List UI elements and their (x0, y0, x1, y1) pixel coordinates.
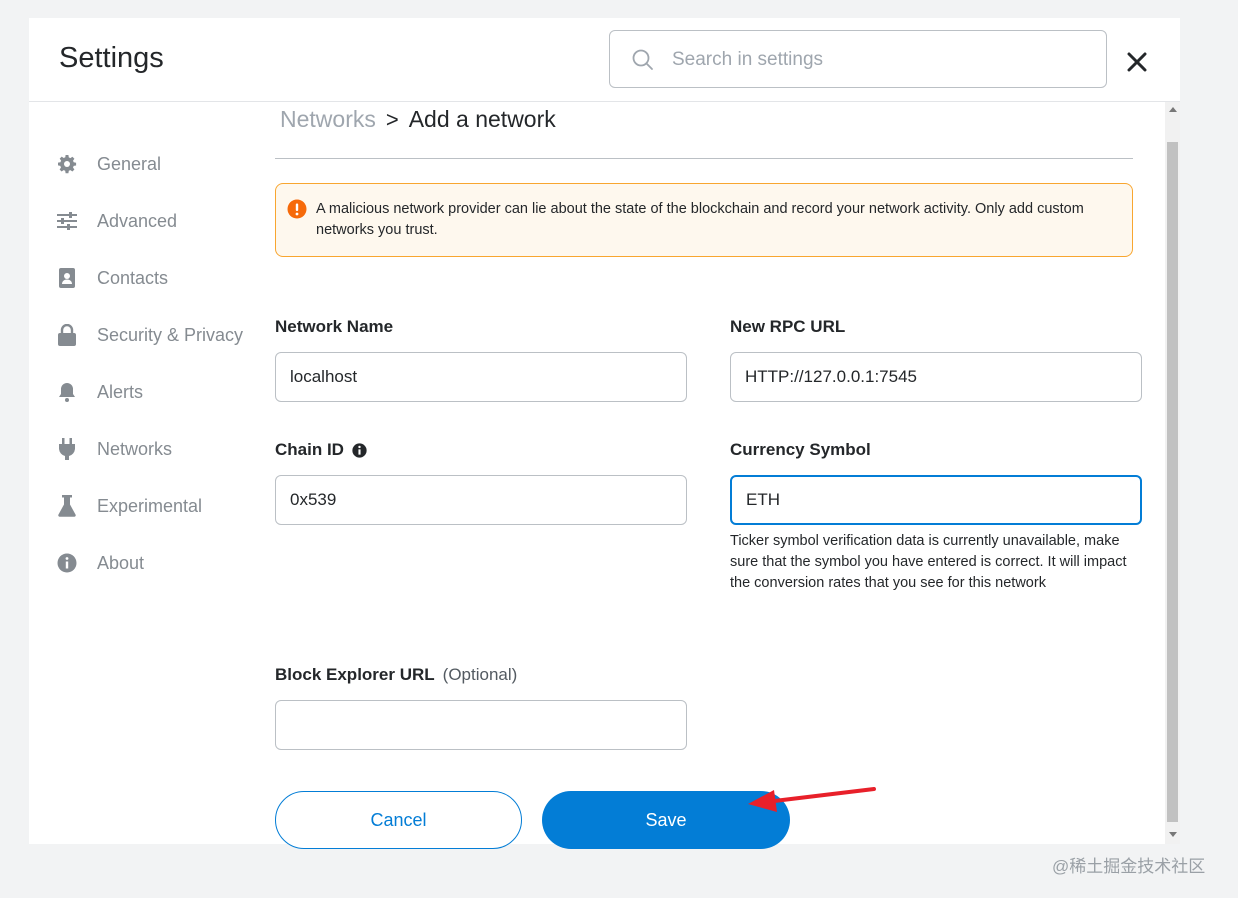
divider (275, 158, 1133, 159)
gear-icon (55, 152, 79, 176)
rpc-url-label: New RPC URL (730, 317, 846, 336)
block-explorer-field[interactable] (275, 700, 687, 750)
breadcrumb-current: Add a network (408, 106, 556, 132)
watermark: @稀土掘金技术社区 (1052, 857, 1206, 876)
info-icon (55, 551, 79, 575)
sidebar-item-security-privacy[interactable]: Security & Privacy (55, 320, 265, 350)
cancel-button[interactable]: Cancel (275, 791, 522, 849)
sidebar-item-label: Networks (97, 438, 173, 459)
rpc-url-field[interactable] (730, 352, 1142, 402)
lock-icon (55, 323, 79, 347)
optional-label: (Optional) (442, 665, 518, 684)
chain-id-label: Chain ID (275, 440, 344, 459)
warning-banner: A malicious network provider can lie abo… (275, 183, 1133, 257)
sidebar-item-label: Experimental (97, 495, 203, 516)
block-explorer-label-group: Block Explorer URL (Optional) (275, 665, 517, 685)
sidebar-item-general[interactable]: General (55, 149, 265, 179)
breadcrumb-separator: > (385, 107, 399, 132)
network-name-label: Network Name (275, 317, 394, 336)
page-title: Settings (59, 42, 164, 74)
bell-icon (55, 380, 79, 404)
sidebar-item-advanced[interactable]: Advanced (55, 206, 265, 236)
scroll-thumb[interactable] (1167, 142, 1178, 822)
sidebar-item-label: Advanced (97, 210, 178, 231)
search-box[interactable] (609, 30, 1107, 88)
sidebar-item-networks[interactable]: Networks (55, 434, 265, 464)
sidebar-item-label: General (97, 153, 162, 174)
contacts-book-icon (55, 266, 79, 290)
scroll-down-arrow[interactable] (1169, 832, 1177, 837)
sidebar-item-label: Alerts (97, 381, 144, 402)
chain-id-label-group: Chain ID (275, 440, 367, 460)
breadcrumb: Networks > Add a network (280, 106, 556, 133)
sidebar-item-label: About (97, 552, 145, 573)
close-icon (1127, 52, 1147, 72)
breadcrumb-networks-link[interactable]: Networks (280, 106, 376, 132)
annotation-arrow-icon (748, 787, 876, 812)
currency-symbol-help: Ticker symbol verification data is curre… (730, 533, 1127, 591)
chain-id-info-icon[interactable] (352, 442, 367, 458)
block-explorer-label: Block Explorer URL (275, 665, 435, 684)
settings-panel: Settings General Advanced (29, 18, 1180, 849)
network-name-field[interactable] (275, 352, 687, 402)
currency-symbol-field[interactable] (730, 475, 1142, 525)
scrollbar[interactable] (1165, 102, 1180, 844)
currency-symbol-label: Currency Symbol (730, 440, 871, 459)
sidebar-item-experimental[interactable]: Experimental (55, 491, 265, 521)
chain-id-field[interactable] (275, 475, 687, 525)
exclamation-icon (287, 199, 307, 224)
sidebar-item-alerts[interactable]: Alerts (55, 377, 265, 407)
close-button[interactable] (1125, 50, 1149, 74)
sidebar-item-label: Security & Privacy (97, 324, 244, 345)
settings-header: Settings (29, 18, 1180, 102)
sliders-icon (55, 209, 79, 233)
plug-icon (55, 437, 79, 461)
flask-icon (55, 494, 79, 518)
scroll-up-arrow[interactable] (1169, 107, 1177, 112)
sidebar-item-about[interactable]: About (55, 548, 265, 578)
sidebar-item-label: Contacts (97, 267, 169, 288)
sidebar-item-contacts[interactable]: Contacts (55, 263, 265, 293)
search-icon (632, 49, 654, 76)
warning-text: A malicious network provider can lie abo… (316, 201, 1084, 238)
search-input[interactable] (670, 45, 1094, 75)
